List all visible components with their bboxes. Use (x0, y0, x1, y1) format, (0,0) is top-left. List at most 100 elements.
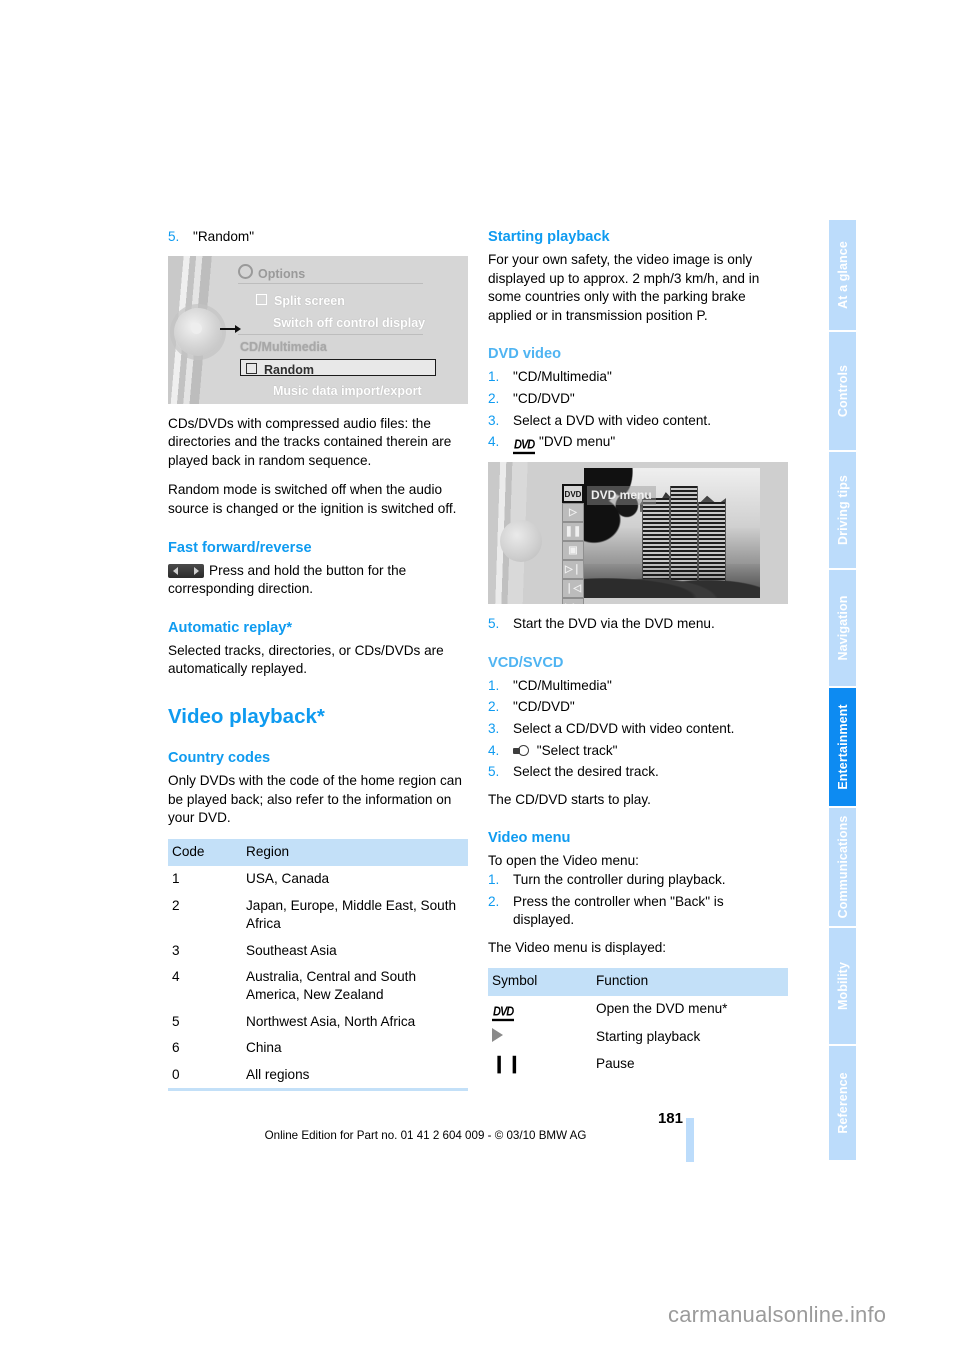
idrive-options-screenshot: Options Split screen Switch off control … (168, 255, 468, 404)
screen-item-switch-off-display[interactable]: Switch off control display (273, 314, 425, 333)
previous-track-button[interactable]: ❘◁ (562, 579, 584, 599)
sidebar-item-communications[interactable]: Communications (829, 808, 856, 928)
cell-function: Pause (596, 1056, 635, 1072)
footer-accent-bar (686, 1118, 694, 1162)
bushes-overlay (584, 564, 760, 599)
step-number: 1. (488, 677, 500, 693)
paragraph-fast-forward: Press and hold the button for the corres… (168, 562, 407, 597)
sidebar-item-navigation[interactable]: Navigation (829, 570, 856, 688)
paragraph-automatic-replay: Selected tracks, directories, or CDs/DVD… (168, 642, 444, 677)
checkbox-unchecked-icon (246, 362, 257, 374)
stop-button[interactable]: ▣ (562, 541, 584, 561)
checkbox-checked-icon (256, 293, 267, 305)
step-text: Turn the controller during playback. (513, 871, 726, 887)
paragraph-random-off: Random mode is switched off when the aud… (168, 482, 457, 516)
column-header-symbol: Symbol (488, 968, 592, 996)
step-text: "CD/DVD" (513, 699, 575, 715)
vcd-svcd-step-list: 1. "CD/Multimedia" 2. "CD/DVD" 3. Select… (488, 677, 788, 782)
table-row: 5 Northwest Asia, North Africa (168, 1009, 468, 1035)
play-button[interactable]: ▷ (562, 503, 584, 523)
next-track-button[interactable]: ▷❘ (562, 560, 584, 580)
random-step-list: 5. "Random" (168, 228, 468, 247)
page-footer: 181 Online Edition for Part no. 01 41 2 … (168, 1110, 683, 1142)
paragraph-starting-playback: For your own safety, the video image is … (488, 252, 760, 323)
dvd-menu-button[interactable]: DVD (562, 484, 584, 504)
dvd-menu-screenshot: DVD ▷ ❚❚ ▣ ▷❘ ❘◁ ▷▷ ◁◁ DVD menu (488, 462, 788, 605)
step-text: "CD/DVD" (513, 390, 575, 406)
sidebar-item-driving-tips[interactable]: Driving tips (829, 452, 856, 570)
dvd-logo-icon: DVD (513, 438, 535, 455)
step-text: "DVD menu" (539, 434, 616, 450)
cell-symbol (488, 1024, 592, 1051)
cell-code: 4 (172, 968, 180, 984)
pointer-arrow-icon (220, 324, 241, 333)
screen-menu-title: Options (238, 263, 305, 284)
step-text: Select a CD/DVD with video content. (513, 720, 735, 736)
list-item: 1. "CD/Multimedia" (488, 368, 788, 387)
list-item: 5. Start the DVD via the DVD menu. (488, 615, 788, 634)
cell-code: 6 (172, 1040, 180, 1056)
heading-automatic-replay: Automatic replay* (168, 619, 293, 636)
step-number: 3. (488, 412, 500, 428)
idrive-controller-icon (174, 307, 222, 356)
gear-icon (238, 263, 253, 279)
screen-dvd-menu-label: DVD menu (587, 486, 656, 505)
sidebar-item-entertainment[interactable]: Entertainment (829, 688, 856, 808)
tab-label: Communications (835, 815, 850, 919)
tab-label: Mobility (835, 961, 850, 1011)
cell-region: Southeast Asia (246, 942, 337, 958)
heading-dvd-video: DVD video (488, 346, 561, 363)
sidebar-item-reference[interactable]: Reference (829, 1046, 856, 1160)
play-icon (492, 1027, 503, 1042)
screen-item-random[interactable]: Random (246, 361, 314, 380)
heading-starting-playback: Starting playback (488, 229, 610, 245)
video-menu-icon-strip: DVD ▷ ❚❚ ▣ ▷❘ ❘◁ ▷▷ ◁◁ (562, 484, 584, 605)
sidebar-item-at-a-glance[interactable]: At a glance (829, 220, 856, 332)
cell-code: 1 (172, 871, 180, 887)
step-text: "Random" (193, 229, 255, 244)
table-row: 1 USA, Canada (168, 866, 468, 892)
step-number: 4. (488, 742, 500, 758)
dvd-video-step-5: 5. Start the DVD via the DVD menu. (488, 615, 788, 634)
step-number: 3. (488, 720, 500, 736)
heading-video-menu: Video menu (488, 830, 571, 847)
step-text: "CD/Multimedia" (513, 677, 612, 693)
screen-group-cd-multimedia: CD/Multimedia (240, 339, 327, 354)
rocker-button-icon (168, 563, 204, 578)
tab-label: Controls (835, 364, 850, 418)
step-text: Press the controller when "Back" is disp… (513, 893, 724, 928)
foliage-overlay (584, 468, 658, 555)
cell-region: All regions (242, 1061, 468, 1091)
site-watermark: carmanualsonline.info (668, 1302, 887, 1327)
heading-video-playback: Video playback* (168, 704, 325, 728)
cell-region: China (246, 1040, 282, 1056)
step-number: 5. (168, 229, 180, 244)
table-row: 4 Australia, Central and South America, … (168, 964, 468, 1009)
table-header-row: Symbol Function (488, 968, 788, 996)
cell-function: Open the DVD menu* (596, 1000, 728, 1016)
cell-region: Japan, Europe, Middle East, South Africa (246, 897, 457, 932)
idrive-controller-icon (500, 520, 542, 563)
fast-forward-button[interactable]: ▷▷ (562, 598, 584, 605)
pause-button[interactable]: ❚❚ (562, 522, 584, 542)
list-item: 2. "CD/DVD" (488, 390, 788, 409)
sidebar-item-mobility[interactable]: Mobility (829, 928, 856, 1046)
list-item: 1. "CD/Multimedia" (488, 677, 788, 696)
step-number: 1. (488, 369, 500, 385)
step-text: Start the DVD via the DVD menu. (513, 616, 715, 632)
step-number: 5. (488, 616, 500, 632)
screen-item-music-data-import-export[interactable]: Music data import/export (273, 382, 422, 401)
table-row: 6 China (168, 1035, 468, 1061)
country-codes-table: Code Region 1 USA, Canada 2 Japan, Europ… (168, 838, 468, 1091)
screen-item-split-screen[interactable]: Split screen (256, 292, 345, 311)
column-header-function: Function (592, 968, 788, 996)
tab-label: Entertainment (835, 704, 850, 790)
heading-vcd-svcd: VCD/SVCD (488, 654, 564, 671)
tab-label: At a glance (835, 241, 850, 309)
cell-code: 3 (172, 942, 180, 958)
step-text: "Select track" (536, 742, 618, 758)
sidebar-item-controls[interactable]: Controls (829, 332, 856, 452)
step-number: 1. (488, 871, 500, 887)
table-row: 3 Southeast Asia (168, 938, 468, 964)
step-number: 5. (488, 764, 500, 780)
